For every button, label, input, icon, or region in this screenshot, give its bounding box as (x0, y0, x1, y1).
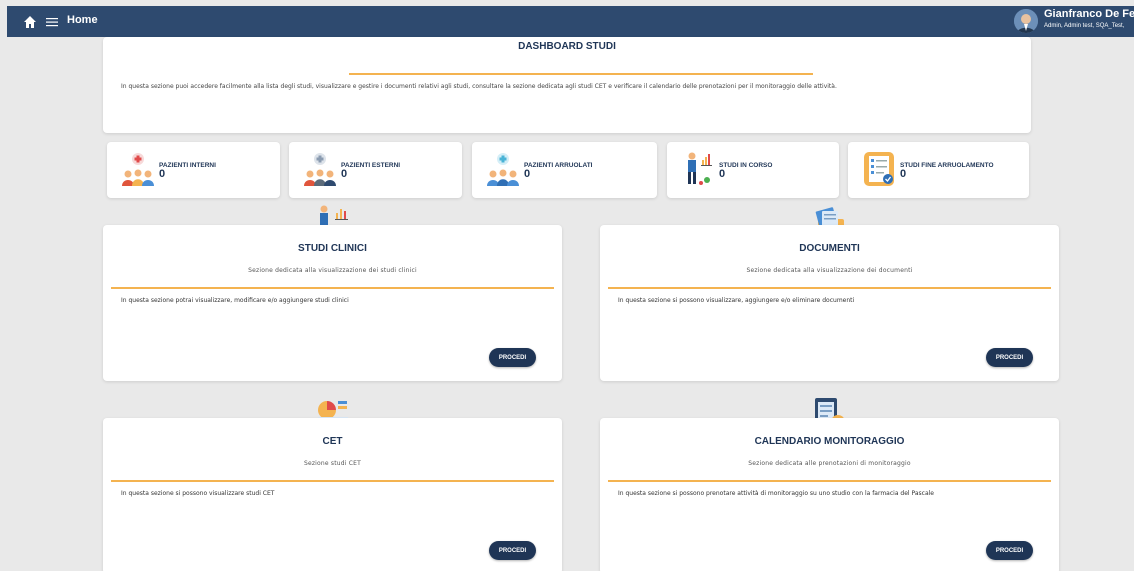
stat-value: 0 (341, 168, 348, 180)
section-description: In questa sezione potrai visualizzare, m… (121, 297, 349, 304)
section-description: In questa sezione si possono visualizzar… (121, 490, 275, 497)
procedi-button[interactable]: PROCEDI (986, 348, 1033, 367)
dashboard-title: DASHBOARD STUDI (518, 41, 616, 52)
stat-label: STUDI IN CORSO (719, 162, 773, 169)
divider (111, 287, 554, 289)
section-studi-clinici: STUDI CLINICI Sezione dedicata alla visu… (103, 225, 562, 381)
procedi-button[interactable]: PROCEDI (986, 541, 1033, 560)
divider (111, 480, 554, 482)
user-name[interactable]: Gianfranco De Feo (1044, 8, 1134, 20)
section-description: In questa sezione si possono visualizzar… (618, 297, 855, 304)
section-title: CET (322, 436, 343, 447)
top-bar: Home Gianfranco De Feo Admin, Admin test… (7, 6, 1134, 37)
patients-internal-icon (122, 153, 154, 186)
dashboard-card: DASHBOARD STUDI In questa sezione puoi a… (103, 37, 1031, 133)
procedi-button[interactable]: PROCEDI (489, 348, 536, 367)
stat-pazienti-arruolati: PAZIENTI ARRUOLATI 0 (472, 142, 657, 198)
section-subtitle: Sezione dedicata alle prenotazioni di mo… (748, 460, 911, 467)
patients-external-icon (304, 153, 336, 186)
procedi-button[interactable]: PROCEDI (489, 541, 536, 560)
stat-value: 0 (159, 168, 166, 180)
stat-label: PAZIENTI INTERNI (159, 162, 216, 169)
stat-label: PAZIENTI ARRUOLATI (524, 162, 593, 169)
dashboard-description: In questa sezione puoi accedere facilmen… (121, 83, 837, 90)
user-roles: Admin, Admin test, SQA_Test, (1044, 23, 1125, 29)
stat-pazienti-esterni: PAZIENTI ESTERNI 0 (289, 142, 462, 198)
section-title: STUDI CLINICI (298, 243, 367, 254)
stat-label: PAZIENTI ESTERNI (341, 162, 401, 169)
section-subtitle: Sezione dedicata alla visualizzazione de… (248, 267, 417, 274)
divider (608, 287, 1051, 289)
studies-end-enrollment-icon (864, 152, 894, 186)
menu-icon[interactable] (45, 15, 59, 29)
stat-value: 0 (524, 168, 531, 180)
stat-studi-in-corso: STUDI IN CORSO 0 (667, 142, 839, 198)
section-documenti: DOCUMENTI Sezione dedicata alla visualiz… (600, 225, 1059, 381)
divider (608, 480, 1051, 482)
page-title: Home (67, 14, 98, 26)
stat-pazienti-interni: PAZIENTI INTERNI 0 (107, 142, 280, 198)
patients-enrolled-icon (487, 153, 519, 186)
section-title: CALENDARIO MONITORAGGIO (754, 436, 905, 447)
section-calendario-monitoraggio: CALENDARIO MONITORAGGIO Sezione dedicata… (600, 418, 1059, 571)
user-avatar[interactable] (1014, 9, 1038, 33)
section-subtitle: Sezione studi CET (303, 460, 362, 467)
home-icon[interactable] (23, 15, 37, 29)
stat-value: 0 (900, 168, 907, 180)
stat-value: 0 (719, 168, 726, 180)
stat-label: STUDI FINE ARRUOLAMENTO (900, 162, 994, 169)
divider (349, 73, 813, 75)
section-subtitle: Sezione dedicata alla visualizzazione de… (746, 267, 913, 274)
section-cet: CET Sezione studi CET In questa sezione … (103, 418, 562, 571)
stat-studi-fine-arruolamento: STUDI FINE ARRUOLAMENTO 0 (848, 142, 1029, 198)
studies-ongoing-icon (688, 152, 712, 185)
section-description: In questa sezione si possono prenotare a… (618, 490, 934, 497)
section-title: DOCUMENTI (799, 243, 860, 254)
